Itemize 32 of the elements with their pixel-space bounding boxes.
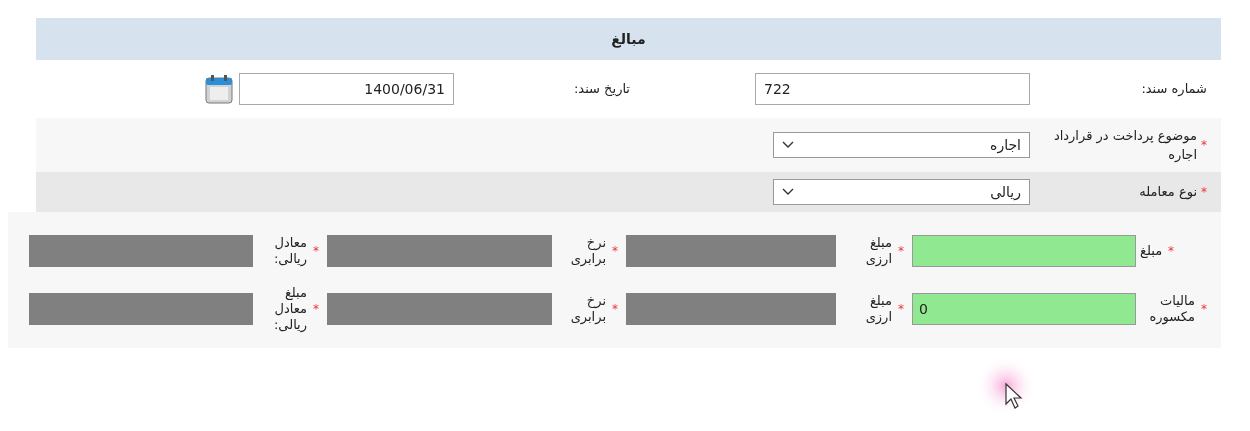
field-label: مبلغ [1140,242,1163,260]
field-label: نوع معامله [1139,183,1197,202]
required-mark: * [612,243,618,259]
required-mark: * [1201,137,1207,154]
field-label: نرخ برابری [569,234,606,268]
caret-icon [782,188,794,196]
field-label: مبلغ معادل ریالی: [272,284,307,334]
field-label: موضوع پرداخت در قرارداد اجاره [1052,126,1197,164]
amount-field[interactable]: 0 [912,293,1136,325]
field-label: مالیات مکسوره [1148,292,1195,326]
field-label: نرخ برابری [569,292,606,326]
select-dropdown[interactable]: ریالی [773,179,1030,205]
section-title: مبالغ [611,29,646,50]
text-field[interactable]: 722 [755,73,1030,105]
date-field[interactable]: 1400/06/31 [238,73,454,105]
required-mark: * [898,243,904,259]
field-label: شماره سند: [1141,80,1207,99]
select-dropdown[interactable]: اجاره [773,132,1030,158]
required-mark: * [612,301,618,317]
required-mark: * [898,301,904,317]
required-mark: * [1201,184,1207,201]
required-mark: * [1201,301,1207,317]
field-label: تاریخ سند: [573,80,630,99]
calendar-icon[interactable] [204,74,233,104]
field-label: مبلغ ارزی [864,292,892,326]
field-label: معادل ریالی: [272,234,307,268]
required-mark: * [313,243,319,259]
caret-icon [782,141,794,149]
field-label: مبلغ ارزی [864,234,892,268]
required-mark: * [1168,243,1175,259]
required-mark: * [313,301,319,317]
amount-field[interactable] [912,235,1136,267]
